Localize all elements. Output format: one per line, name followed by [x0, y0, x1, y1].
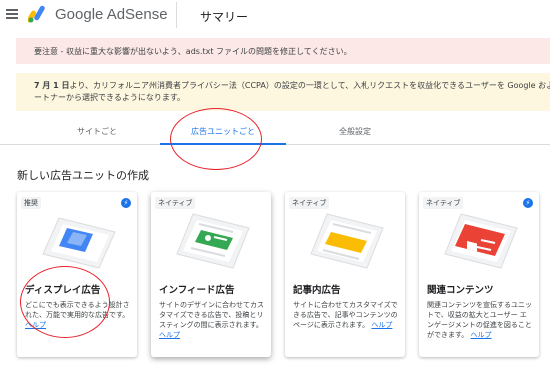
adsense-logo-icon [28, 5, 45, 23]
help-link[interactable]: ヘルプ [471, 331, 492, 339]
notice-text-line2: ートナーから選択できるようになります。 [34, 93, 186, 102]
card-title: ディスプレイ広告 [25, 285, 101, 296]
header-divider [176, 2, 177, 28]
notice-text-line1: より、カリフォルニア州消費者プライバシー法（CCPA）の設定の一環として、入札リ… [69, 81, 550, 90]
tab-by-site[interactable]: サイトごと [52, 126, 142, 137]
native-badge: ネイティブ [289, 197, 330, 209]
related-content-illustration [444, 213, 518, 269]
app-title[interactable]: Google AdSense [55, 6, 168, 23]
active-tab-indicator [160, 143, 286, 145]
tab-bar: サイトごと 広告ユニットごと 全般設定 [0, 118, 550, 145]
top-bar: Google AdSense サマリー [0, 0, 550, 32]
card-title: 記事内広告 [293, 285, 341, 296]
card-description: 関連コンテンツを宣伝するユニットで、収益の拡大とユーザー エンゲージメントの促進… [427, 301, 532, 339]
native-badge: ネイティブ [155, 197, 196, 209]
bolt-icon: ⚡ [121, 198, 131, 208]
in-article-ad-card[interactable]: ネイティブ 記事内広告 サイトに合わせてカスタマイズできる広告で、記事やコンテン… [285, 192, 405, 357]
card-description: サイトに合わせてカスタマイズできる広告で、記事やコンテンツのページに表示されます… [293, 301, 398, 329]
infeed-ad-card[interactable]: ネイティブ インフィード広告 サイトのデザインに合わせてカスタマイズできる広告で… [151, 192, 271, 357]
menu-icon[interactable] [6, 9, 18, 19]
help-link[interactable]: ヘルプ [371, 321, 392, 329]
section-title: 新しい広告ユニットの作成 [17, 169, 149, 182]
tab-general-settings[interactable]: 全般設定 [300, 126, 410, 137]
card-description: どこにでも表示できるよう設計された、万能で実用的な広告です。 ヘルプ [25, 301, 130, 329]
notice-date: 7 月 1 日 [34, 81, 70, 90]
tab-by-ad-unit[interactable]: 広告ユニットごと [160, 126, 286, 137]
native-badge: ネイティブ [423, 197, 464, 209]
ccpa-notice-banner: 7 月 1 日より、カリフォルニア州消費者プライバシー法（CCPA）の設定の一環… [16, 73, 550, 111]
card-title: インフィード広告 [159, 285, 235, 296]
bolt-icon: ⚡ [523, 198, 533, 208]
display-ad-card[interactable]: 推奨 ⚡ ディスプレイ広告 どこにでも表示できるよう設計された、万能で実用的な広… [17, 192, 137, 357]
page-title: サマリー [200, 10, 249, 24]
in-article-ad-illustration [310, 213, 384, 269]
help-link[interactable]: ヘルプ [25, 321, 46, 329]
help-link[interactable]: ヘルプ [159, 331, 180, 339]
card-description: サイトのデザインに合わせてカスタマイズできる広告で、投稿とリスティングの間に表示… [159, 301, 264, 339]
related-content-card[interactable]: ネイティブ ⚡ 関連コンテンツ 関連コンテンツを宣伝するユニットで、収益の拡大と… [419, 192, 539, 357]
display-ad-illustration [42, 217, 116, 269]
warning-text: 要注意 - 収益に重大な影響が出ないよう、ads.txt ファイルの問題を修正し… [34, 47, 352, 56]
card-title: 関連コンテンツ [427, 285, 494, 296]
infeed-ad-illustration [176, 213, 250, 269]
recommended-badge: 推奨 [21, 197, 41, 209]
ads-txt-warning-banner: 要注意 - 収益に重大な影響が出ないよう、ads.txt ファイルの問題を修正し… [16, 38, 550, 64]
